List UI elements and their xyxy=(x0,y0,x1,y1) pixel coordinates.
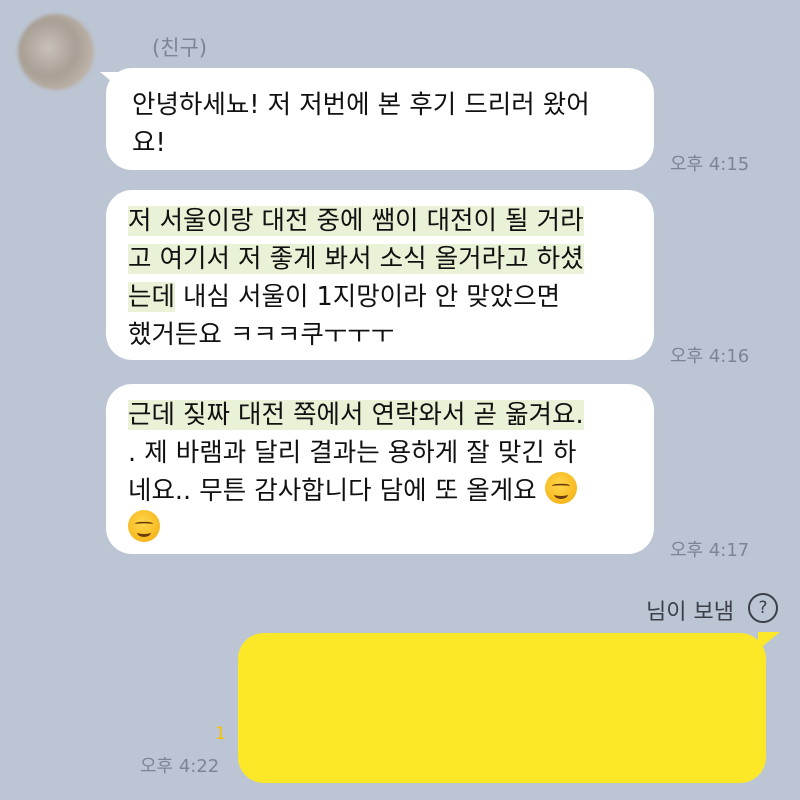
hugging-face-icon xyxy=(128,510,160,542)
help-icon[interactable]: ? xyxy=(748,593,778,623)
message-line xyxy=(128,510,632,548)
message-bubble-1[interactable]: 안녕하세뇨! 저 저번에 본 후기 드리러 왔어 요! xyxy=(106,68,654,170)
highlighted-text: 근데 짖짜 대전 쪽에서 연락와서 곧 옮겨요. xyxy=(128,400,584,430)
message-line: 는데 내심 서울이 1지망이라 안 맞았으면 xyxy=(128,278,632,316)
highlighted-text: 고 여기서 저 좋게 봐서 소식 올거라고 하셨 xyxy=(128,244,584,274)
message-line: 근데 짖짜 대전 쪽에서 연락와서 곧 옮겨요. xyxy=(128,396,632,434)
friend-avatar[interactable] xyxy=(18,14,94,90)
unread-count: 1 xyxy=(215,724,226,744)
message-line: . 제 바램과 달리 결과는 용하게 잘 맞긴 하 xyxy=(128,438,577,468)
message-line: 안녕하세뇨! 저 저번에 본 후기 드리러 왔어 xyxy=(132,90,590,120)
message-timestamp: 오후 4:15 xyxy=(670,154,750,175)
highlighted-text: 는데 xyxy=(128,282,175,312)
message-line: 네요.. 무튼 감사합니다 담에 또 올게요 xyxy=(128,472,632,510)
hugging-face-icon xyxy=(544,472,577,504)
message-line: 고 여기서 저 좋게 봐서 소식 올거라고 하셨 xyxy=(128,240,632,278)
message-bubble-2[interactable]: 저 서울이랑 대전 중에 쌤이 대전이 될 거라 고 여기서 저 좋게 봐서 소… xyxy=(106,190,654,360)
message-line: 요! xyxy=(132,128,166,158)
message-bubble-3[interactable]: 근데 짖짜 대전 쪽에서 연락와서 곧 옮겨요. . 제 바램과 달리 결과는 … xyxy=(106,384,654,554)
sender-name: (친구) xyxy=(152,36,208,60)
highlighted-text: 저 서울이랑 대전 중에 쌤이 대전이 될 거라 xyxy=(128,206,584,236)
message-timestamp: 오후 4:16 xyxy=(670,346,750,367)
message-text: 내심 서울이 1지망이라 안 맞았으면 xyxy=(174,282,561,312)
sent-message-bubble[interactable] xyxy=(238,633,766,783)
message-line: 저 서울이랑 대전 중에 쌤이 대전이 될 거라 xyxy=(128,202,632,240)
sent-by-label: 님이 보냄 xyxy=(646,600,734,625)
message-line: 했거든요 ㅋㅋㅋ쿠ㅜㅜㅜ xyxy=(128,320,395,350)
message-timestamp: 오후 4:22 xyxy=(140,756,220,777)
message-timestamp: 오후 4:17 xyxy=(670,540,750,561)
message-text: 네요.. 무튼 감사합니다 담에 또 올게요 xyxy=(128,476,545,506)
